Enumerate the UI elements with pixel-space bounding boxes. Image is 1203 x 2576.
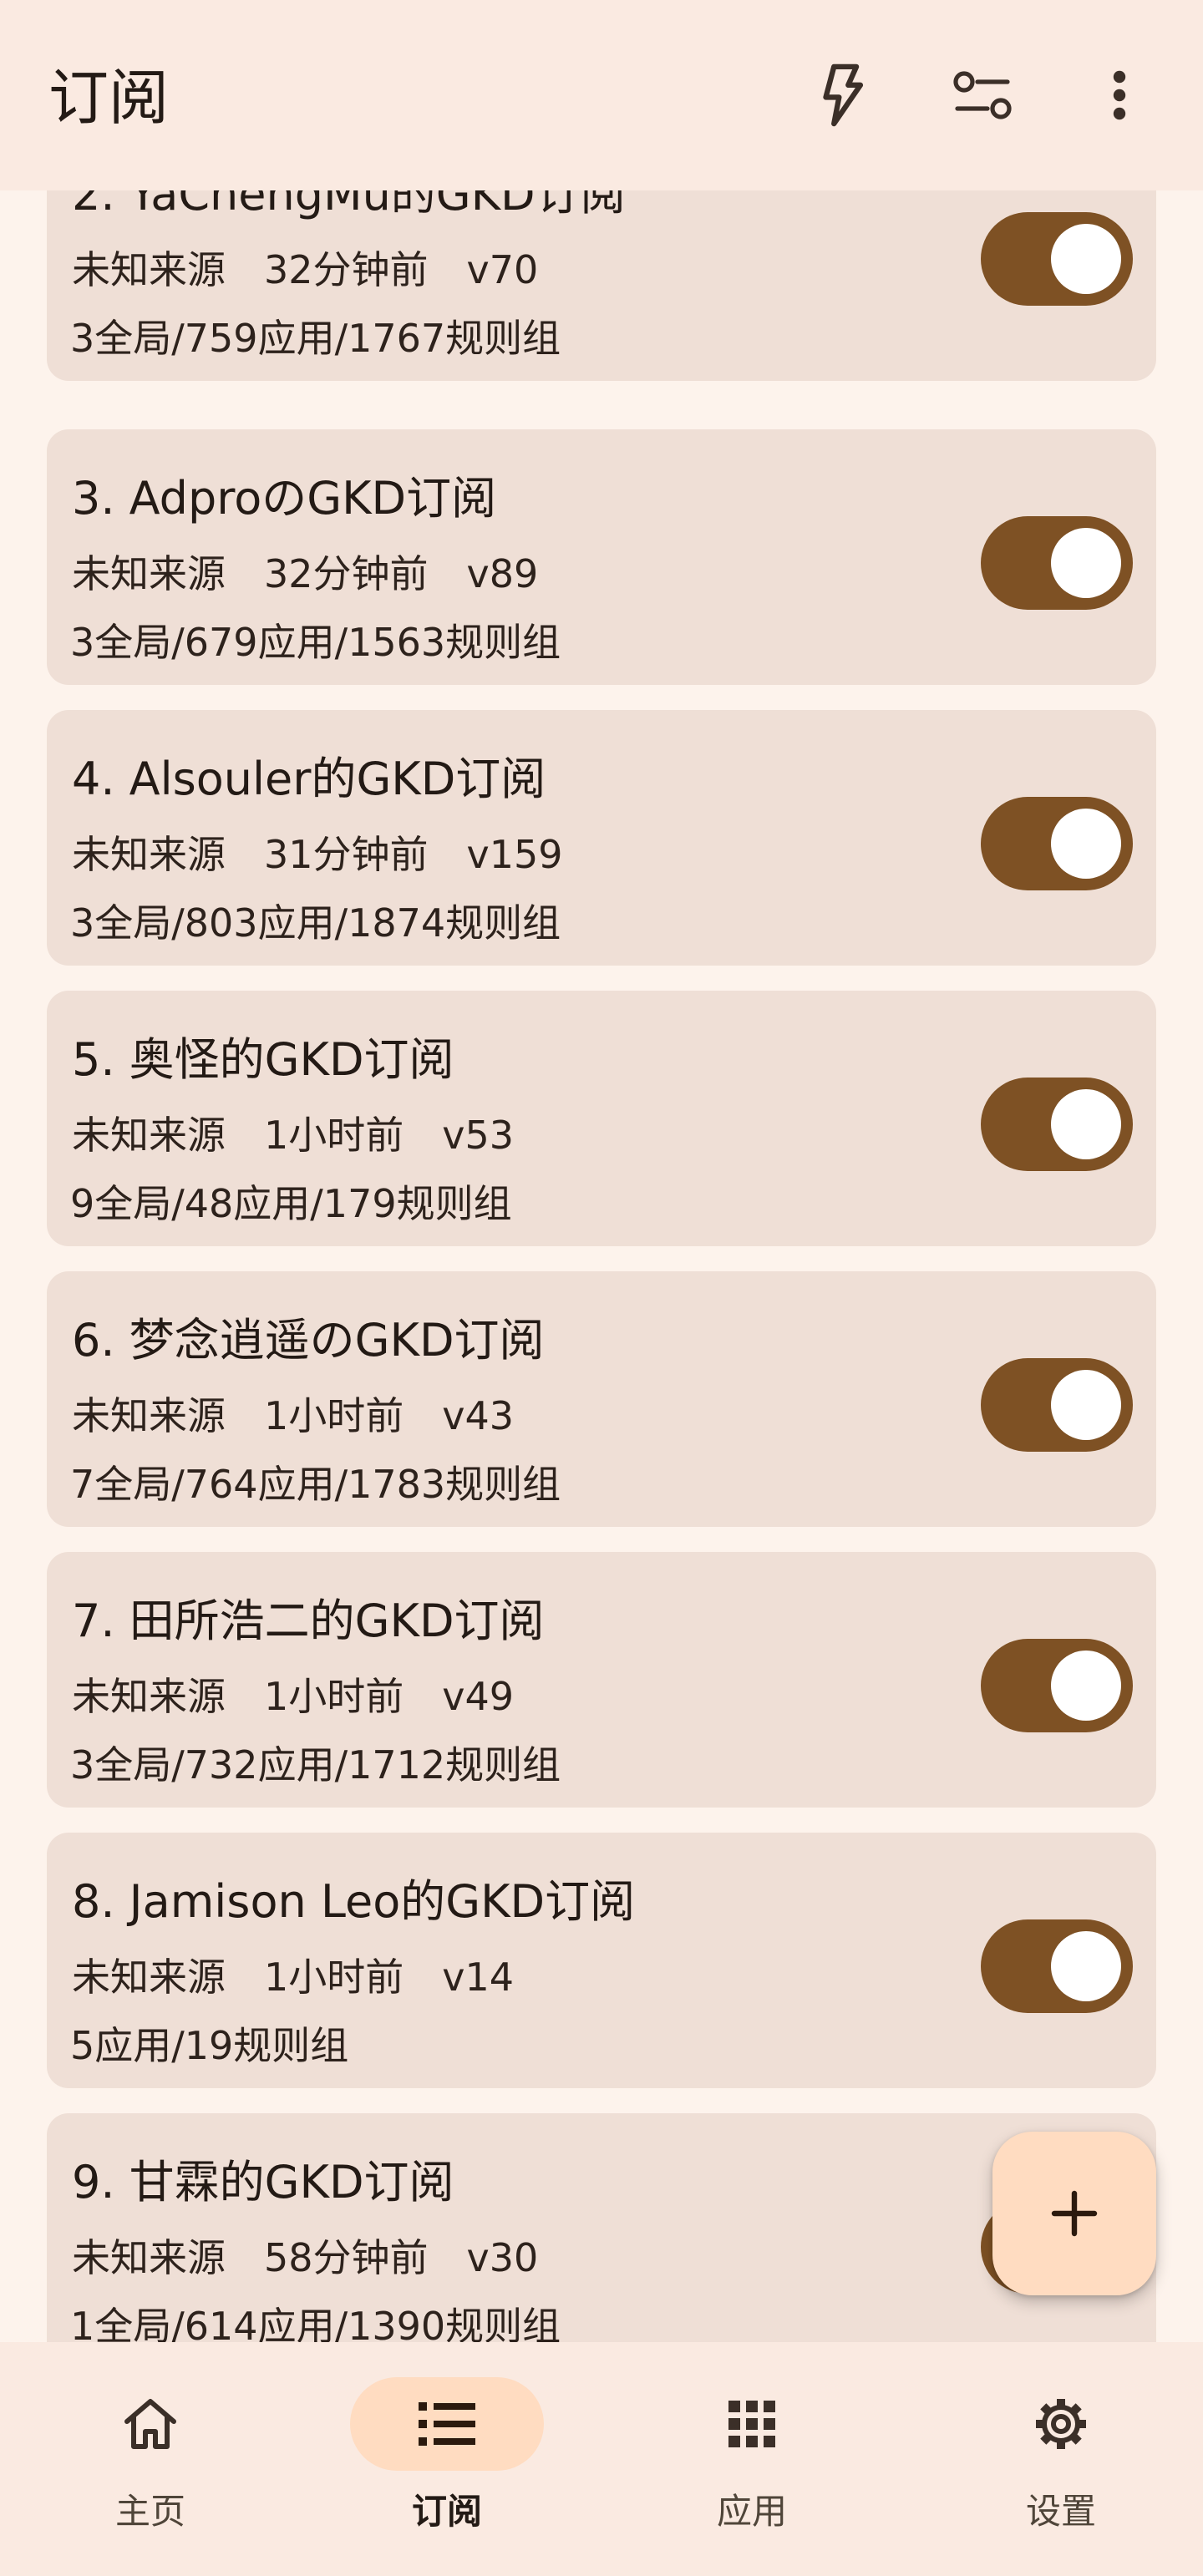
subscription-meta: 未知来源 1小时前 v43 bbox=[72, 1392, 514, 1440]
subscription-meta: 未知来源 31分钟前 v159 bbox=[72, 830, 563, 879]
subscription-toggle[interactable] bbox=[981, 516, 1133, 610]
gear-icon bbox=[1036, 2399, 1086, 2449]
nav-indicator bbox=[964, 2377, 1158, 2471]
subscription-version: v30 bbox=[466, 2235, 539, 2280]
subscription-card[interactable]: 4. Alsouler的GKD订阅 未知来源 31分钟前 v159 3全局/803应… bbox=[47, 710, 1156, 966]
subscription-meta: 未知来源 1小时前 v53 bbox=[72, 1111, 514, 1159]
subscription-toggle[interactable] bbox=[981, 212, 1133, 306]
subscription-name: 6. 梦念逍遥のGKD订阅 bbox=[72, 1314, 545, 1367]
add-subscription-button[interactable] bbox=[992, 2132, 1156, 2295]
subscription-source: 未知来源 bbox=[72, 1393, 226, 1438]
toggle-thumb bbox=[1051, 224, 1121, 294]
subscription-time: 32分钟前 bbox=[264, 551, 429, 596]
subscription-name: 7. 田所浩二的GKD订阅 bbox=[72, 1595, 545, 1647]
subscription-toggle[interactable] bbox=[981, 1639, 1133, 1732]
subscription-time: 1小时前 bbox=[264, 1955, 404, 2000]
subscription-stats: 3全局/679应用/1563规则组 bbox=[70, 620, 561, 665]
subscription-name: 9. 甘霖的GKD订阅 bbox=[72, 2156, 454, 2208]
subscription-time: 32分钟前 bbox=[264, 247, 429, 292]
bottom-navigation: 主页 订阅 应用 设置 bbox=[0, 2342, 1203, 2576]
subscription-card[interactable]: 5. 奥怪的GKD订阅 未知来源 1小时前 v53 9全局/48应用/179规则组 bbox=[47, 991, 1156, 1246]
nav-item-apps[interactable]: 应用 bbox=[602, 2342, 902, 2576]
nav-item-subscriptions[interactable]: 订阅 bbox=[297, 2342, 597, 2576]
filter-button[interactable] bbox=[942, 55, 1023, 135]
more-vert-icon bbox=[1113, 70, 1126, 120]
home-icon bbox=[124, 2399, 176, 2449]
subscription-card[interactable]: 3. AdproのGKD订阅 未知来源 32分钟前 v89 3全局/679应用/15… bbox=[47, 429, 1156, 685]
subscription-meta: 未知来源 32分钟前 v89 bbox=[72, 550, 538, 598]
subscription-name: 5. 奥怪的GKD订阅 bbox=[72, 1033, 454, 1086]
page-title: 订阅 bbox=[48, 63, 170, 133]
nav-indicator bbox=[655, 2377, 849, 2471]
subscription-source: 未知来源 bbox=[72, 1955, 226, 2000]
subscription-version: v14 bbox=[442, 1955, 515, 2000]
subscription-card[interactable]: 8. Jamison Leo的GKD订阅 未知来源 1小时前 v14 5应用/19规… bbox=[47, 1833, 1156, 2088]
subscription-name: 4. Alsouler的GKD订阅 bbox=[72, 753, 546, 805]
subscription-stats: 5应用/19规则组 bbox=[70, 2023, 349, 2068]
nav-indicator bbox=[53, 2377, 247, 2471]
subscription-card[interactable]: 6. 梦念逍遥のGKD订阅 未知来源 1小时前 v43 7全局/764应用/1783… bbox=[47, 1271, 1156, 1527]
nav-item-home[interactable]: 主页 bbox=[0, 2342, 301, 2576]
tune-icon bbox=[953, 71, 1012, 119]
nav-label: 主页 bbox=[114, 2491, 185, 2532]
list-icon bbox=[419, 2402, 475, 2446]
subscription-screen: 2. YaChengMu的GKD订阅 未知来源 32分钟前 v70 3全局/759应… bbox=[0, 0, 1203, 2576]
subscription-meta: 未知来源 58分钟前 v30 bbox=[72, 2234, 538, 2282]
nav-label: 应用 bbox=[716, 2491, 787, 2532]
subscription-time: 31分钟前 bbox=[264, 832, 429, 877]
subscription-stats: 3全局/759应用/1767规则组 bbox=[70, 316, 561, 361]
subscription-stats: 9全局/48应用/179规则组 bbox=[70, 1181, 512, 1226]
toggle-thumb bbox=[1051, 1089, 1121, 1159]
toggle-thumb bbox=[1051, 528, 1121, 598]
subscription-toggle[interactable] bbox=[981, 1358, 1133, 1452]
subscription-stats: 7全局/764应用/1783规则组 bbox=[70, 1462, 561, 1507]
toggle-thumb bbox=[1051, 1651, 1121, 1721]
subscription-stats: 3全局/732应用/1712规则组 bbox=[70, 1742, 561, 1787]
nav-label: 设置 bbox=[1025, 2491, 1096, 2532]
toggle-thumb bbox=[1051, 809, 1121, 879]
subscription-version: v43 bbox=[442, 1393, 515, 1438]
subscription-source: 未知来源 bbox=[72, 832, 226, 877]
subscription-time: 1小时前 bbox=[264, 1674, 404, 1719]
subscription-source: 未知来源 bbox=[72, 1113, 226, 1158]
subscription-source: 未知来源 bbox=[72, 1674, 226, 1719]
subscription-time: 1小时前 bbox=[264, 1393, 404, 1438]
nav-item-settings[interactable]: 设置 bbox=[911, 2342, 1203, 2576]
subscription-meta: 未知来源 1小时前 v14 bbox=[72, 1953, 514, 2001]
toggle-thumb bbox=[1051, 1370, 1121, 1440]
subscription-stats: 3全局/803应用/1874规则组 bbox=[70, 900, 561, 946]
plus-icon bbox=[1051, 2190, 1098, 2237]
subscription-version: v70 bbox=[466, 247, 539, 292]
apps-grid-icon bbox=[728, 2401, 775, 2447]
subscription-card[interactable]: 7. 田所浩二的GKD订阅 未知来源 1小时前 v49 3全局/732应用/1712… bbox=[47, 1552, 1156, 1808]
subscription-source: 未知来源 bbox=[72, 551, 226, 596]
subscription-toggle[interactable] bbox=[981, 797, 1133, 890]
nav-label: 订阅 bbox=[411, 2491, 482, 2532]
more-options-button[interactable] bbox=[1079, 55, 1160, 135]
subscription-name: 3. AdproのGKD订阅 bbox=[72, 472, 497, 525]
subscription-version: v159 bbox=[466, 832, 563, 877]
subscription-meta: 未知来源 32分钟前 v70 bbox=[72, 246, 538, 294]
subscription-version: v53 bbox=[442, 1113, 515, 1158]
subscription-name: 8. Jamison Leo的GKD订阅 bbox=[72, 1875, 636, 1928]
flash-button[interactable] bbox=[802, 55, 882, 135]
subscription-toggle[interactable] bbox=[981, 1919, 1133, 2013]
flash-icon bbox=[823, 63, 864, 127]
subscription-card[interactable]: 9. 甘霖的GKD订阅 未知来源 58分钟前 v30 1全局/614应用/1390规… bbox=[47, 2113, 1156, 2369]
subscription-version: v89 bbox=[466, 551, 539, 596]
subscription-toggle[interactable] bbox=[981, 1078, 1133, 1171]
subscription-time: 1小时前 bbox=[264, 1113, 404, 1158]
subscription-version: v49 bbox=[442, 1674, 515, 1719]
subscription-time: 58分钟前 bbox=[264, 2235, 429, 2280]
top-app-bar: 订阅 bbox=[0, 0, 1203, 190]
subscription-source: 未知来源 bbox=[72, 247, 226, 292]
subscription-meta: 未知来源 1小时前 v49 bbox=[72, 1672, 514, 1721]
subscription-source: 未知来源 bbox=[72, 2235, 226, 2280]
toggle-thumb bbox=[1051, 1931, 1121, 2001]
nav-indicator bbox=[350, 2377, 544, 2471]
